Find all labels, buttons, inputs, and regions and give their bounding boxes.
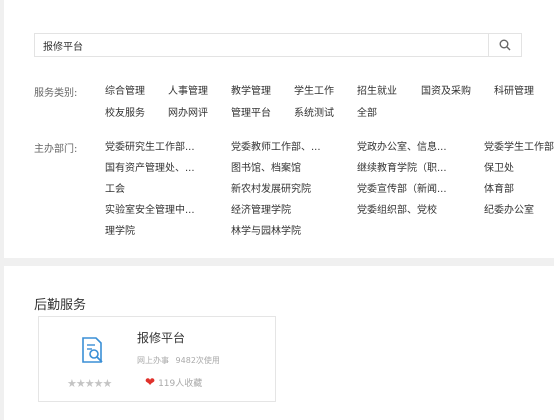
- service-card[interactable]: 报修平台 网上办事 9482次使用 ★★★★★ ❤ 119人收藏: [38, 316, 276, 402]
- heart-icon: ❤: [145, 375, 156, 389]
- department-item[interactable]: 继续教育学院（职...: [357, 159, 447, 174]
- category-item[interactable]: 国资及采购: [421, 82, 471, 97]
- service-section: 后勤服务 报修平台 网上办事 9482次使用 ★★★★★ ❤ 119人收藏: [4, 266, 554, 420]
- department-item[interactable]: 保卫处: [484, 159, 514, 174]
- search-box: [34, 33, 522, 57]
- category-item[interactable]: 科研管理: [494, 82, 534, 97]
- search-input[interactable]: [35, 34, 488, 56]
- favorites-count: 119人收藏: [158, 378, 203, 389]
- department-item[interactable]: 国有资产管理处、...: [105, 159, 195, 174]
- department-item[interactable]: 林学与园林学院: [231, 222, 301, 237]
- category-item[interactable]: 招生就业: [357, 82, 397, 97]
- section-title: 后勤服务: [34, 298, 87, 313]
- department-item[interactable]: 党委学生工作部: [484, 138, 554, 153]
- department-item[interactable]: 党委组织部、党校: [357, 201, 437, 216]
- category-item[interactable]: 网办网评: [168, 104, 208, 119]
- category-item[interactable]: 系统测试: [294, 104, 334, 119]
- favorite-button[interactable]: ❤ 119人收藏: [145, 375, 202, 389]
- service-meta: 网上办事 9482次使用: [137, 355, 224, 366]
- department-item[interactable]: 党政办公室、信息...: [357, 138, 447, 153]
- department-item[interactable]: 经济管理学院: [231, 201, 291, 216]
- department-item[interactable]: 党委宣传部（新闻...: [357, 180, 447, 195]
- department-label: 主办部门:: [34, 144, 78, 155]
- department-item[interactable]: 实验室安全管理中...: [105, 201, 195, 216]
- service-mode: 网上办事: [137, 356, 169, 365]
- category-item[interactable]: 综合管理: [105, 82, 145, 97]
- search-icon: [499, 39, 511, 51]
- category-item[interactable]: 学生工作: [294, 82, 334, 97]
- department-item[interactable]: 理学院: [105, 222, 135, 237]
- category-item[interactable]: 管理平台: [231, 104, 271, 119]
- service-usage: 9482次使用: [175, 356, 220, 365]
- department-item[interactable]: 纪委办公室: [484, 201, 534, 216]
- search-button[interactable]: [488, 34, 521, 56]
- department-item[interactable]: 体育部: [484, 180, 514, 195]
- filter-panel: 服务类别: 综合管理 人事管理 教学管理 学生工作 招生就业 国资及采购 科研管…: [4, 0, 554, 258]
- department-item[interactable]: 工会: [105, 180, 125, 195]
- department-item[interactable]: 图书馆、档案馆: [231, 159, 301, 174]
- category-item[interactable]: 校友服务: [105, 104, 145, 119]
- department-item[interactable]: 新农村发展研究院: [231, 180, 311, 195]
- rating-stars: ★★★★★: [67, 377, 112, 390]
- category-item[interactable]: 教学管理: [231, 82, 271, 97]
- category-item[interactable]: 人事管理: [168, 82, 208, 97]
- repair-document-icon: [82, 337, 103, 363]
- department-item[interactable]: 党委教师工作部、...: [231, 138, 321, 153]
- department-item[interactable]: 党委研究生工作部...: [105, 138, 195, 153]
- category-label: 服务类别:: [34, 88, 78, 99]
- category-item[interactable]: 全部: [357, 104, 377, 119]
- service-name: 报修平台: [137, 331, 186, 345]
